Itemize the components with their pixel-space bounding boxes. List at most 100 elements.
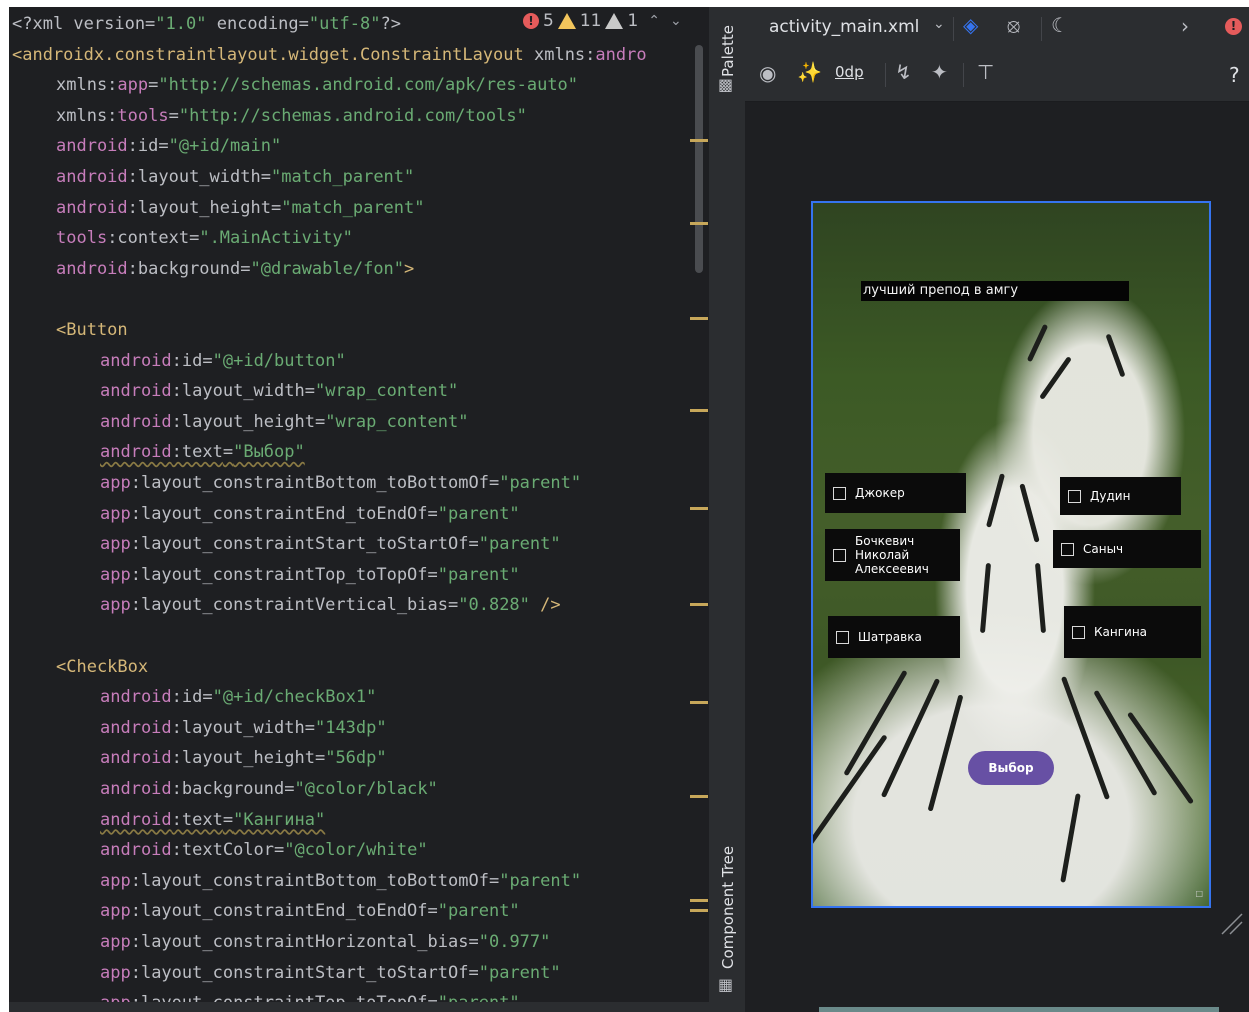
component-tree-tab[interactable]: Component Tree: [719, 846, 737, 969]
code-line[interactable]: android:textColor="@color/white": [100, 837, 428, 867]
device-preview[interactable]: лучший препод в амгу Джокер Дудин Бочкев…: [811, 201, 1211, 908]
vertical-scrollbar[interactable]: [695, 45, 703, 273]
night-mode-icon[interactable]: ☾: [1051, 13, 1069, 37]
code-token: "parent": [499, 870, 582, 891]
code-line[interactable]: <Button: [56, 317, 128, 347]
code-line[interactable]: android:layout_height="match_parent": [56, 195, 425, 225]
previous-highlight-icon[interactable]: ⌃: [648, 13, 660, 29]
code-token: =: [427, 564, 438, 585]
error-icon: !: [523, 13, 539, 29]
code-line[interactable]: app:layout_constraintEnd_toEndOf="parent…: [100, 898, 520, 928]
warning-marker[interactable]: [690, 899, 708, 902]
code-line[interactable]: app:layout_constraintVertical_bias="0.82…: [100, 592, 561, 622]
warning-marker[interactable]: [690, 701, 708, 704]
code-line[interactable]: app:layout_constraintStart_toStartOf="pa…: [100, 531, 561, 561]
design-surface-icon[interactable]: ◈: [963, 13, 978, 37]
chevron-down-icon[interactable]: ⌄: [933, 16, 945, 32]
code-line[interactable]: android:text="Выбор": [100, 439, 305, 469]
code-line[interactable]: app:layout_constraintBottom_toBottomOf="…: [100, 868, 581, 898]
code-line[interactable]: <androidx.constraintlayout.widget.Constr…: [12, 42, 647, 72]
clear-constraints-icon[interactable]: ↯: [895, 60, 912, 84]
code-line[interactable]: xmlns:tools="http://schemas.android.com/…: [56, 103, 527, 133]
second-device-preview-edge: [819, 1007, 1219, 1012]
inspections-widget[interactable]: ! 5 11 1 ⌃ ⌄: [519, 9, 682, 33]
code-line[interactable]: app:layout_constraintBottom_toBottomOf="…: [100, 470, 581, 500]
design-canvas[interactable]: лучший препод в амгу Джокер Дудин Бочкев…: [745, 102, 1249, 1012]
code-token: app: [100, 534, 131, 555]
code-token: :layout_constraintBottom_toBottomOf: [130, 473, 489, 493]
next-highlight-icon[interactable]: ⌄: [670, 13, 682, 29]
code-line[interactable]: <CheckBox: [56, 654, 148, 684]
code-token: =: [304, 717, 315, 738]
code-line[interactable]: android:layout_height="56dp": [100, 745, 387, 775]
component-tree-icon[interactable]: ▦: [718, 975, 733, 994]
code-line[interactable]: xmlns:app="http://schemas.android.com/ap…: [56, 72, 578, 102]
help-icon[interactable]: ?: [1229, 63, 1240, 87]
code-line[interactable]: android:background="@drawable/fon">: [56, 256, 414, 286]
code-line[interactable]: android:id="@+id/button": [100, 348, 346, 378]
code-line[interactable]: tools:context=".MainActivity": [56, 225, 353, 255]
title-textview[interactable]: лучший препод в амгу: [861, 281, 1129, 301]
warning-marker[interactable]: [690, 909, 708, 912]
code-line[interactable]: android:layout_width="wrap_content": [100, 378, 458, 408]
warning-marker[interactable]: [690, 317, 708, 320]
code-line[interactable]: app:layout_constraintStart_toStartOf="pa…: [100, 960, 561, 990]
checkbox-dudin[interactable]: Дудин: [1060, 477, 1181, 515]
choose-button[interactable]: Выбор: [968, 751, 1054, 785]
code-token: android: [100, 779, 172, 799]
checkbox-bochkevich[interactable]: Бочкевич Николай Алексеевич: [825, 529, 960, 581]
code-line[interactable]: android:layout_width="143dp": [100, 715, 387, 745]
warning-marker[interactable]: [690, 409, 708, 412]
checkbox-shatravka[interactable]: Шатравка: [828, 616, 960, 658]
resize-handle-icon[interactable]: [1220, 912, 1244, 936]
warning-marker[interactable]: [690, 795, 708, 798]
code-token: android: [100, 350, 172, 371]
error-badge-icon[interactable]: !: [1225, 18, 1242, 35]
horizontal-scrollbar[interactable]: [9, 1002, 709, 1012]
code-line[interactable]: android:background="@color/black": [100, 776, 438, 806]
checkbox-square-icon[interactable]: [833, 548, 846, 562]
palette-tab[interactable]: Palette: [719, 25, 737, 77]
code-token: :layout_constraintHorizontal_bias: [130, 932, 469, 952]
warning-marker[interactable]: [690, 222, 708, 225]
checkbox-sanych[interactable]: Саныч: [1053, 530, 1201, 568]
code-token: app: [100, 564, 131, 585]
code-token: encoding=: [206, 14, 309, 34]
file-selector[interactable]: activity_main.xml: [769, 17, 919, 37]
stripe: [1060, 793, 1081, 883]
code-token: :background: [171, 779, 285, 799]
warning-marker[interactable]: [690, 507, 708, 510]
checkbox-square-icon[interactable]: [1061, 542, 1074, 556]
code-line[interactable]: app:layout_constraintHorizontal_bias="0.…: [100, 929, 550, 959]
code-line[interactable]: android:layout_height="wrap_content": [100, 409, 469, 439]
checkbox-dzhoker[interactable]: Джокер: [825, 473, 966, 513]
orientation-icon[interactable]: ⦻: [1007, 13, 1020, 37]
code-line[interactable]: android:text="Кангина": [100, 807, 325, 837]
view-options-icon[interactable]: ◉: [759, 61, 776, 85]
checkbox-kangina[interactable]: Кангина: [1064, 606, 1201, 658]
warning-marker[interactable]: [690, 139, 708, 142]
code-token: =: [222, 809, 234, 830]
infer-constraints-icon[interactable]: ✦: [931, 60, 948, 84]
code-token: "parent": [437, 901, 520, 922]
chevron-right-icon[interactable]: ›: [1181, 14, 1189, 38]
palette-icon[interactable]: ▩: [718, 75, 733, 94]
checkbox-square-icon[interactable]: [1068, 489, 1081, 503]
code-line[interactable]: android:id="@+id/checkBox1": [100, 684, 376, 714]
error-count: 5: [543, 11, 554, 31]
guidelines-icon[interactable]: ⊤: [977, 60, 994, 84]
code-token: app: [117, 75, 149, 96]
code-line[interactable]: app:layout_constraintEnd_toEndOf="parent…: [100, 501, 520, 531]
warning-marker[interactable]: [690, 603, 708, 606]
xml-code-editor[interactable]: <?xml version="1.0" encoding="utf-8"?> <a…: [9, 7, 709, 1012]
code-token: :layout_constraintStart_toStartOf: [130, 534, 469, 555]
code-line[interactable]: android:id="@+id/main": [56, 133, 281, 163]
code-line[interactable]: app:layout_constraintTop_toTopOf="parent…: [100, 562, 520, 592]
code-line[interactable]: android:layout_width="match_parent": [56, 164, 414, 194]
code-line[interactable]: <?xml version="1.0" encoding="utf-8"?>: [12, 11, 401, 41]
checkbox-square-icon[interactable]: [1072, 625, 1085, 639]
default-margin-value[interactable]: 0dp: [835, 63, 864, 81]
checkbox-square-icon[interactable]: [836, 630, 849, 644]
checkbox-square-icon[interactable]: [833, 486, 846, 500]
autoconnect-icon[interactable]: ✨: [797, 60, 822, 84]
